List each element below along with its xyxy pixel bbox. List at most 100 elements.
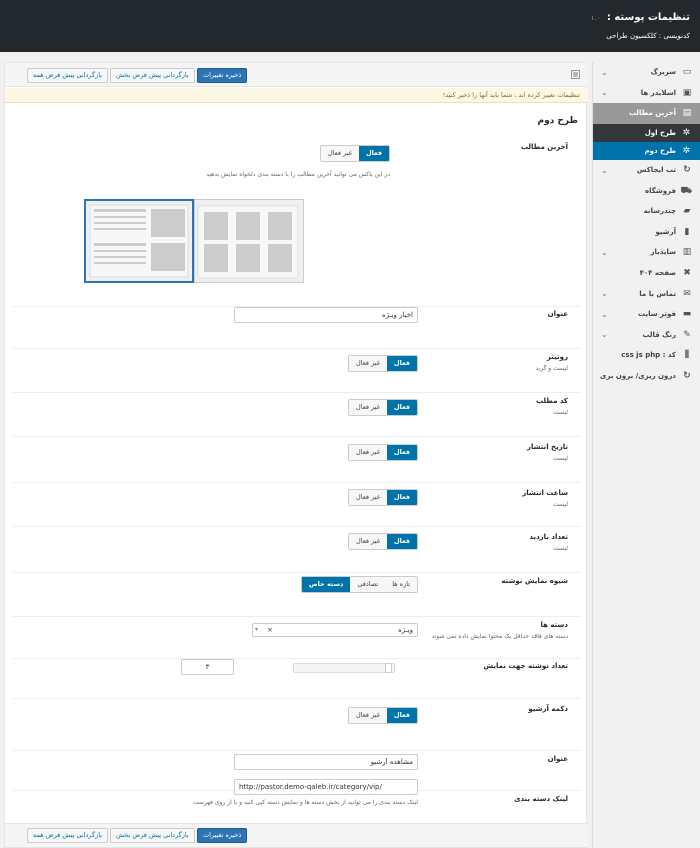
category-tag: ویـژه — [398, 626, 413, 634]
toggle-on[interactable]: فعال — [386, 356, 417, 371]
toggle-off[interactable]: غیر فعال — [321, 146, 359, 161]
unsaved-notice: تنظیمات تغییر کرده اند ، شما باید آنها ر… — [5, 88, 588, 103]
toggle-off[interactable]: غیر فعال — [349, 490, 387, 505]
options-sidebar: ▭ سربرگ ⌄ ▣ اسلایدر ها ⌄ ▤ آخرین مطالب ✲ طرح ا… — [592, 62, 700, 848]
rotator-label: روتیتر — [546, 353, 568, 361]
archive-button-label: دکمه آرشیو — [528, 705, 568, 713]
layout-list-option[interactable] — [84, 199, 194, 283]
sidebar-item-theme-color[interactable]: ✎ رنگ قالب ⌄ — [593, 325, 700, 346]
cart-icon: ⛟ — [680, 185, 692, 196]
option-random[interactable]: تصادفی — [350, 577, 386, 592]
publish-time-desc: لیست — [553, 501, 568, 508]
chevron-down-icon: ⌄ — [601, 67, 608, 77]
bottom-toolbar: ذخیره تغییرات بازگردانی پیش فرض بخش بازگ… — [5, 823, 588, 847]
sidebar-item-shop[interactable]: ⛟ فروشگاه — [593, 180, 700, 201]
option-special-category[interactable]: دسته خاص — [301, 577, 351, 592]
display-style-selector[interactable]: تازه ها تصادفی دسته خاص — [300, 576, 418, 593]
chevron-down-icon: ⌄ — [601, 88, 608, 98]
publish-date-toggle[interactable]: فعال غیر فعال — [348, 444, 418, 461]
sidebar-item-import-export[interactable]: ↻ درون ریزی/ برون بری — [593, 366, 700, 387]
gear-icon: ✲ — [682, 127, 690, 138]
toggle-off[interactable]: غیر فعال — [349, 534, 387, 549]
sidebar-item-sliders[interactable]: ▣ اسلایدر ها ⌄ — [593, 83, 700, 104]
close-icon: ✖ — [683, 268, 691, 279]
chevron-down-icon: ⌄ — [601, 247, 608, 257]
sidebar-subitem-layout-one[interactable]: ✲ طرح اول — [593, 123, 700, 142]
categories-select[interactable]: ویـژه × ▾ — [252, 623, 418, 637]
categories-row: دسته ها دسته های فاقد حداقل یک محتوا نما… — [13, 617, 580, 659]
reset-section-button-bottom[interactable]: بازگردانی پیش فرض بخش — [110, 828, 195, 843]
archive-button-row: دکمه آرشیو فعال غیر فعال — [13, 699, 580, 751]
mail-icon: ✉ — [683, 288, 691, 299]
views-toggle[interactable]: فعال غیر فعال — [348, 533, 418, 550]
sidebar-subitem-layout-two[interactable]: ✲ طرح دوم — [593, 141, 700, 160]
sidebar-item-footer[interactable]: ▬ فوتر سایت ⌄ — [593, 304, 700, 325]
sidebar-item-header[interactable]: ▭ سربرگ ⌄ — [593, 62, 700, 83]
latest-posts-toggle[interactable]: فعال غیر فعال — [320, 145, 390, 162]
toggle-off[interactable]: غیر فعال — [349, 708, 387, 723]
toggle-on[interactable]: فعال — [386, 534, 417, 549]
toggle-off[interactable]: غیر فعال — [349, 445, 387, 460]
sidebar-item-ajax-tab[interactable]: ↻ تب ایجاکس ⌄ — [593, 160, 700, 181]
save-button[interactable]: ذخیره تغییرات — [197, 68, 248, 83]
categories-label: دسته ها — [540, 621, 569, 629]
toggle-off[interactable]: غیر فعال — [349, 356, 387, 371]
publish-date-row: تاریخ انتشار لیست فعال غیر فعال — [13, 437, 580, 483]
reset-section-button[interactable]: بازگردانی پیش فرض بخش — [110, 68, 195, 83]
slider-handle[interactable] — [385, 663, 392, 673]
toggle-on[interactable]: فعال — [386, 400, 417, 415]
post-code-row: کد مطلب لیست فعال غیر فعال — [13, 393, 580, 437]
chevron-down-icon[interactable]: ▾ — [255, 624, 258, 636]
panel-header: تنظیمات پوسته : ۱.۰ کدنویسی : کلکسیون طر… — [0, 0, 700, 52]
top-toolbar: ▦ ذخیره تغییرات بازگردانی پیش فرض بخش با… — [5, 63, 588, 87]
layout-grid-option[interactable] — [194, 199, 304, 283]
sidebar-item-404[interactable]: ✖ صفحه ۴۰۴ — [593, 263, 700, 284]
category-link-input[interactable] — [234, 779, 418, 795]
gear-icon: ✲ — [682, 145, 690, 156]
archive-button-toggle[interactable]: فعال غیر فعال — [348, 707, 418, 724]
sidebar-item-code[interactable]: ⫼ کد : css js php — [593, 345, 700, 366]
toggle-on[interactable]: فعال — [386, 490, 417, 505]
title-input[interactable] — [234, 307, 418, 323]
post-count-input[interactable] — [181, 659, 234, 675]
title-label: عنوان — [547, 310, 568, 318]
toggle-on[interactable]: فعال — [386, 445, 417, 460]
posts-icon: ▤ — [682, 108, 692, 119]
rotator-toggle[interactable]: فعال غیر فعال — [348, 355, 418, 372]
post-count-row: تعداد نوشته جهت نمایش — [13, 659, 580, 699]
sliders-icon: ⫼ — [684, 350, 690, 361]
toggle-off[interactable]: غیر فعال — [349, 400, 387, 415]
reset-all-button-bottom[interactable]: بازگردانی پیش فرض همه — [27, 828, 109, 843]
sidebar-item-sidebar[interactable]: ▥ سایدبار ⌄ — [593, 242, 700, 263]
category-link-label: لینک دسته بندی — [514, 795, 568, 803]
option-recent[interactable]: تازه ها — [385, 577, 417, 592]
toggle-on[interactable]: فعال — [358, 146, 389, 161]
grid-layout-icon — [197, 205, 299, 279]
tag-remove-icon[interactable]: × — [267, 624, 273, 636]
rotator-desc: لیست و گرید — [535, 365, 568, 372]
refresh-icon: ↻ — [683, 371, 691, 382]
publish-time-toggle[interactable]: فعال غیر فعال — [348, 489, 418, 506]
post-code-label: کد مطلب — [536, 397, 568, 405]
sidebar-item-archive[interactable]: ▮ آرشیو — [593, 222, 700, 243]
publish-time-label: ساعت انتشار — [522, 489, 568, 497]
sidebar-item-contact[interactable]: ✉ تماس با ما ⌄ — [593, 283, 700, 304]
grid-toggle-icon[interactable]: ▦ — [571, 70, 580, 79]
sidebar-item-multimedia[interactable]: ▰ چندرسانه — [593, 201, 700, 222]
folder-icon: ▰ — [683, 206, 691, 217]
latest-posts-row: آخرین مطالب فعال غیر فعال در این باکس می… — [13, 131, 580, 307]
section-title: طرح دوم — [537, 116, 578, 126]
panel-version: ۱.۰ — [590, 14, 601, 22]
post-count-slider[interactable] — [293, 663, 395, 673]
archive-title-input[interactable] — [234, 754, 418, 770]
reset-all-button[interactable]: بازگردانی پیش فرض همه — [27, 68, 109, 83]
list-layout-icon — [89, 204, 189, 278]
toggle-on[interactable]: فعال — [386, 708, 417, 723]
post-code-desc: لیست — [553, 409, 568, 416]
save-button-bottom[interactable]: ذخیره تغییرات — [197, 828, 248, 843]
refresh-icon: ↻ — [683, 165, 691, 176]
publish-time-row: ساعت انتشار لیست فعال غیر فعال — [13, 483, 580, 527]
post-count-label: تعداد نوشته جهت نمایش — [483, 662, 568, 670]
post-code-toggle[interactable]: فعال غیر فعال — [348, 399, 418, 416]
sidebar-item-latest-posts[interactable]: ▤ آخرین مطالب — [593, 103, 700, 124]
